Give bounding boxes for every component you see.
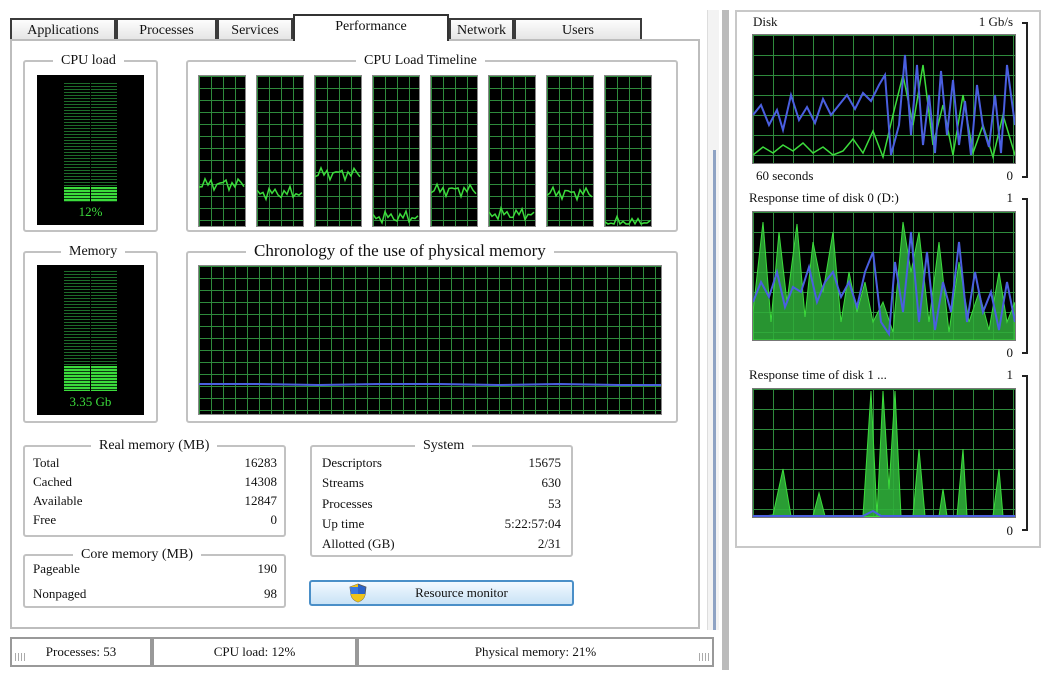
real-memory-title: Real memory (MB) bbox=[91, 438, 218, 454]
cpu-core-trace-8 bbox=[605, 214, 651, 226]
resp1-chart bbox=[752, 388, 1016, 518]
disk-chart bbox=[752, 34, 1016, 164]
real-memory-total-value: 16283 bbox=[244, 455, 278, 470]
memory-gauge: 3.35 Gb bbox=[37, 265, 144, 415]
disk-scale-bracket bbox=[1022, 22, 1028, 178]
memory-title: Memory bbox=[61, 244, 126, 260]
system-uptime-label: Up time bbox=[322, 516, 365, 531]
disk-trace bbox=[753, 54, 1015, 160]
resp0-scale-bottom: 0 bbox=[1006, 345, 1014, 360]
system-streams-label: Streams bbox=[322, 475, 364, 490]
cpu-core-trace-1 bbox=[199, 176, 245, 193]
memory-gauge-divider bbox=[90, 271, 91, 391]
resp1-scale-bracket bbox=[1022, 375, 1028, 531]
resp1-trace bbox=[753, 390, 1015, 517]
system-processes-value: 53 bbox=[548, 496, 561, 511]
status-processes: Processes: 53 bbox=[10, 637, 152, 667]
status-cpu-load-text: CPU load: 12% bbox=[213, 644, 296, 659]
cpu-core-chart-7 bbox=[546, 75, 594, 227]
system-processes-label: Processes bbox=[322, 496, 373, 511]
cpu-core-chart-8 bbox=[604, 75, 652, 227]
cpu-load-title: CPU load bbox=[53, 53, 124, 69]
memory-trace bbox=[199, 382, 661, 387]
cpu-core-chart-5 bbox=[430, 75, 478, 227]
disk-time-label: 60 seconds bbox=[756, 168, 814, 183]
resp1-scale-bottom: 0 bbox=[1006, 523, 1014, 538]
cpu-gauge-value: 12% bbox=[78, 204, 103, 219]
cpu-core-line-2 bbox=[257, 184, 303, 202]
cpu-core-chart-1 bbox=[198, 75, 246, 227]
cpu-core-line-3 bbox=[315, 165, 361, 183]
cpu-timeline-title: CPU Load Timeline bbox=[356, 53, 485, 69]
real-memory-cached-value: 14308 bbox=[244, 474, 278, 489]
core-memory-nonpaged-value: 98 bbox=[264, 586, 277, 601]
cpu-core-trace-6 bbox=[489, 205, 535, 222]
resp0-scale-bracket bbox=[1022, 198, 1028, 354]
tab-performance[interactable]: Performance bbox=[293, 14, 449, 41]
resp1-title: Response time of disk 1 ... bbox=[749, 367, 887, 382]
cpu-core-trace-3 bbox=[315, 165, 361, 183]
status-cpu-load: CPU load: 12% bbox=[152, 637, 357, 667]
core-memory-pageable-label: Pageable bbox=[33, 561, 80, 576]
cpu-core-chart-3 bbox=[314, 75, 362, 227]
resp0-scale-top: 1 bbox=[1006, 190, 1014, 205]
real-memory-cached-label: Cached bbox=[33, 474, 72, 489]
tab-network[interactable]: Network bbox=[449, 18, 514, 40]
system-allotted-value: 2/31 bbox=[537, 536, 561, 551]
resp0-chart bbox=[752, 211, 1016, 341]
real-memory-total-label: Total bbox=[33, 455, 60, 470]
core-memory-title: Core memory (MB) bbox=[73, 547, 201, 563]
resource-monitor-label: Resource monitor bbox=[415, 585, 508, 600]
tab-users[interactable]: Users bbox=[514, 18, 642, 40]
cpu-core-trace-4 bbox=[373, 208, 419, 225]
disk-scale-top: 1 Gb/s bbox=[978, 14, 1013, 29]
resource-monitor-button[interactable]: Resource monitor bbox=[309, 580, 574, 606]
status-left-grip-icon bbox=[15, 653, 25, 661]
real-memory-available-value: 12847 bbox=[244, 493, 278, 508]
real-memory-free-label: Free bbox=[33, 512, 57, 527]
resp0-title: Response time of disk 0 (D:) bbox=[749, 190, 899, 205]
cpu-core-line-6 bbox=[489, 205, 535, 222]
cpu-core-line-1 bbox=[199, 176, 245, 193]
system-allotted-label: Allotted (GB) bbox=[322, 536, 395, 551]
cpu-core-trace-5 bbox=[431, 182, 477, 200]
cpu-core-line-7 bbox=[547, 185, 593, 203]
resp1-scale-top: 1 bbox=[1006, 367, 1014, 382]
real-memory-available-label: Available bbox=[33, 493, 83, 508]
scrollbar-thumb[interactable] bbox=[713, 150, 716, 630]
status-processes-text: Processes: 53 bbox=[45, 644, 117, 659]
system-descriptors-label: Descriptors bbox=[322, 455, 382, 470]
cpu-core-line-5 bbox=[431, 182, 477, 200]
cpu-core-chart-4 bbox=[372, 75, 420, 227]
cpu-core-line-8 bbox=[605, 214, 651, 226]
cpu-core-chart-6 bbox=[488, 75, 536, 227]
system-descriptors-value: 15675 bbox=[528, 455, 562, 470]
cpu-gauge-divider bbox=[90, 83, 91, 202]
cpu-core-line-4 bbox=[373, 208, 419, 225]
memory-chart-title: Chronology of the use of physical memory bbox=[246, 241, 554, 261]
resp0-trace bbox=[753, 221, 1015, 340]
cpu-gauge: 12% bbox=[37, 75, 144, 225]
memory-chart bbox=[198, 265, 662, 415]
real-memory-free-value: 0 bbox=[270, 512, 278, 527]
memory-gauge-value: 3.35 Gb bbox=[69, 394, 112, 409]
core-memory-pageable-value: 190 bbox=[257, 561, 278, 576]
system-uptime-value: 5:22:57:04 bbox=[504, 516, 561, 531]
system-streams-value: 630 bbox=[541, 475, 562, 490]
status-physical-memory-text: Physical memory: 21% bbox=[474, 644, 597, 659]
resize-grip-icon[interactable] bbox=[699, 653, 709, 661]
cpu-core-chart-2 bbox=[256, 75, 304, 227]
system-title: System bbox=[415, 438, 473, 454]
status-physical-memory: Physical memory: 21% bbox=[357, 637, 714, 667]
disk-scale-bottom: 0 bbox=[1006, 168, 1014, 183]
tab-services[interactable]: Services bbox=[217, 18, 293, 40]
window-splitter[interactable] bbox=[722, 10, 729, 670]
tab-processes[interactable]: Processes bbox=[116, 18, 217, 40]
cpu-core-trace-7 bbox=[547, 185, 593, 203]
core-memory-nonpaged-label: Nonpaged bbox=[33, 586, 87, 601]
disk-title: Disk bbox=[753, 14, 778, 29]
cpu-core-trace-2 bbox=[257, 184, 303, 202]
tab-applications[interactable]: Applications bbox=[10, 18, 116, 40]
